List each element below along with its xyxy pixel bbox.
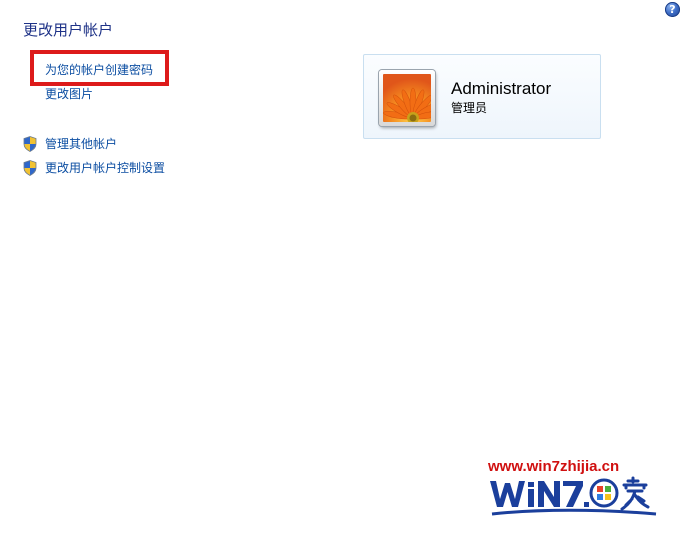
help-icon[interactable]: ? — [665, 2, 680, 17]
win7-home-logo — [490, 476, 657, 516]
manage-other-accounts-link[interactable]: 管理其他帐户 — [45, 136, 117, 152]
change-picture-link[interactable]: 更改图片 — [45, 86, 93, 102]
page-title: 更改用户帐户 — [23, 21, 114, 39]
orange-flower-avatar-image — [383, 74, 431, 122]
account-type: 管理员 — [451, 101, 488, 115]
shield-icon — [23, 136, 37, 152]
uac-settings-link[interactable]: 更改用户帐户控制设置 — [45, 160, 165, 176]
watermark-url: www.win7zhijia.cn — [488, 458, 620, 475]
shield-icon — [23, 160, 37, 176]
account-card: Administrator 管理员 — [363, 54, 601, 139]
user-accounts-page: ? 更改用户帐户 为您的帐户创建密码 更改图片 管理其他帐户 更改用户帐户控制设… — [0, 0, 684, 537]
create-password-link[interactable]: 为您的帐户创建密码 — [45, 62, 153, 78]
account-name: Administrator — [451, 79, 552, 98]
avatar[interactable] — [379, 70, 435, 126]
